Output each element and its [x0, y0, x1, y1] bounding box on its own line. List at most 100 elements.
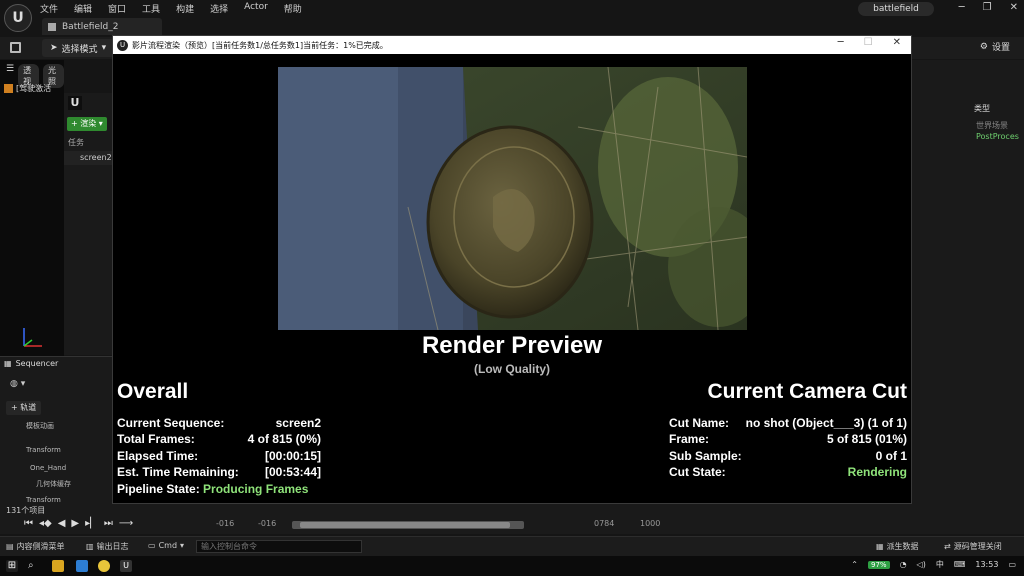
sequencer-panel: ▦ Sequencer ◍ ▾ + 轨道 模板动画 Transform One_…	[0, 356, 112, 504]
stat-key: Est. Time Remaining:	[117, 465, 239, 479]
cmd-dropdown[interactable]: ▭ Cmd ▾	[148, 541, 184, 550]
seq-row-template[interactable]: 模板动画	[0, 419, 112, 433]
derived-data-button[interactable]: ▦ 派生数据	[876, 541, 919, 552]
stat-key: Sub Sample:	[669, 449, 742, 463]
start-frame-field[interactable]: -016	[216, 519, 234, 528]
console-input[interactable]: 输入控制台命令	[196, 540, 362, 553]
notifications-icon[interactable]: ▭	[1008, 560, 1016, 569]
tray-chevron-icon[interactable]: ⌃	[851, 560, 858, 569]
source-control-button[interactable]: ⇄ 源码管理关闭	[944, 541, 1002, 552]
content-drawer-button[interactable]: ▤ 内容侧滑菜单	[6, 541, 65, 552]
source-control-label: 源码管理关闭	[953, 542, 1002, 551]
file-explorer-icon[interactable]	[52, 560, 64, 572]
status-bar: ▤ 内容侧滑菜单 ▥ 输出日志 ▭ Cmd ▾ 输入控制台命令 ▦ 派生数据 ⇄…	[0, 536, 1024, 556]
items-count: 131个项目	[6, 506, 46, 515]
pilot-badge-icon	[4, 84, 13, 93]
keyboard-icon[interactable]: ⌨	[954, 560, 966, 569]
seq-row-geometry-cache[interactable]: 几何体缓存	[0, 477, 112, 491]
stat-key: Cut Name:	[669, 416, 730, 430]
level-viewport[interactable]: ☰ 透视 光照 [驾驶激活	[0, 60, 64, 356]
battery-indicator[interactable]: 97%	[868, 560, 890, 569]
chevron-down-icon: ▾	[180, 541, 185, 550]
prev-key-icon[interactable]: ◂◆	[39, 518, 52, 529]
overall-stats: Current Sequence: screen2 Total Frames: …	[117, 416, 321, 500]
minimize-icon[interactable]: ─	[959, 2, 965, 13]
playback-end-field[interactable]: 0784	[594, 519, 614, 528]
dialog-titlebar: U 影片流程渲染（预览）[当前任务数1/总任务数1]当前任务：1%已完成。 ─ …	[113, 36, 911, 54]
clock[interactable]: 13:53	[975, 560, 998, 569]
step-back-icon[interactable]: ◀	[58, 518, 66, 529]
search-icon[interactable]: ⌕	[28, 560, 40, 572]
app-icon[interactable]	[76, 560, 88, 572]
save-icon[interactable]	[10, 42, 21, 53]
level-tab[interactable]: Battlefield_2	[42, 18, 162, 35]
axis-gizmo-icon	[23, 328, 42, 347]
pipeline-state-value: Producing Frames	[203, 482, 309, 496]
select-mode-button[interactable]: ➤ 选择模式 ▾	[42, 39, 115, 57]
cut-state-value: Rendering	[847, 465, 907, 479]
menu-actor[interactable]: Actor	[244, 2, 268, 15]
stat-value: [00:00:15]	[264, 449, 321, 463]
dialog-minimize-icon[interactable]: ─	[838, 37, 844, 48]
outliner-row-world[interactable]: 世界场景	[976, 120, 1008, 131]
sequencer-tab[interactable]: ▦ Sequencer	[4, 359, 58, 368]
stat-sub-sample: Sub Sample: 0 of 1	[669, 449, 907, 465]
jump-start-icon[interactable]: ⏮	[24, 518, 33, 529]
log-icon: ▥	[86, 542, 94, 551]
seq-row-one-hand[interactable]: One_Hand	[0, 461, 112, 475]
volume-icon[interactable]: ◁)	[917, 560, 926, 569]
add-render-label: 渲染	[80, 119, 97, 128]
sequencer-tab-label: Sequencer	[15, 359, 59, 368]
stat-pipeline-state: Pipeline State: Producing Frames	[117, 482, 321, 498]
seq-row-transform[interactable]: Transform	[0, 443, 112, 457]
output-log-button[interactable]: ▥ 输出日志	[86, 541, 129, 552]
unreal-mini-logo-icon: U	[68, 96, 82, 110]
loop-icon[interactable]: ⟶	[119, 518, 133, 529]
menu-edit[interactable]: 编辑	[74, 2, 92, 15]
network-icon[interactable]: ◔	[900, 560, 907, 569]
windows-start-icon[interactable]: ⊞	[6, 560, 18, 572]
jump-end-icon[interactable]: ⏭	[104, 518, 113, 529]
menu-help[interactable]: 帮助	[284, 2, 302, 15]
maximize-icon[interactable]: ❐	[983, 2, 992, 13]
sequencer-timeline: 131个项目 ⏮ ◂◆ ◀ ▶ ▸▏ ⏭ ⟶ -016 -016 0784 10…	[0, 504, 1024, 534]
task-row[interactable]: screen2	[64, 151, 112, 165]
project-name: battlefield	[858, 2, 934, 16]
sequencer-toolbar: ◍ ▾	[10, 379, 25, 389]
stat-total-frames: Total Frames: 4 of 815 (0%)	[117, 432, 321, 448]
outliner-row-postprocess[interactable]: PostProces	[976, 132, 1019, 141]
menu-tools[interactable]: 工具	[142, 2, 160, 15]
play-icon[interactable]: ▶	[71, 518, 79, 529]
unreal-logo-icon[interactable]: U	[4, 4, 32, 32]
ime-indicator[interactable]: 中	[936, 559, 944, 570]
window-controls: ─ ❐ ✕	[959, 2, 1018, 13]
render-queue-panel: U + 渲染 ▾ 任务 screen2	[64, 93, 112, 355]
tasks-header: 任务	[68, 138, 84, 147]
end-frame-field[interactable]: 1000	[640, 519, 660, 528]
render-preview-dialog: U 影片流程渲染（预览）[当前任务数1/总任务数1]当前任务：1%已完成。 ─ …	[112, 35, 912, 504]
timeline-scrubber[interactable]	[292, 521, 524, 529]
ue-titlebar: U 文件 编辑 窗口 工具 构建 选择 Actor 帮助 Battlefield…	[0, 0, 1024, 36]
output-log-label: 输出日志	[96, 542, 129, 551]
step-forward-icon[interactable]: ▸▏	[85, 518, 98, 529]
chrome-icon[interactable]	[98, 560, 110, 572]
menu-build[interactable]: 构建	[176, 2, 194, 15]
add-track-button[interactable]: + 轨道	[6, 401, 42, 415]
source-control-icon: ⇄	[944, 542, 951, 551]
dialog-close-icon[interactable]: ✕	[893, 37, 901, 48]
dialog-maximize-icon[interactable]: ☐	[864, 37, 873, 48]
add-render-button[interactable]: + 渲染 ▾	[67, 117, 107, 131]
playback-start-field[interactable]: -016	[258, 519, 276, 528]
menu-file[interactable]: 文件	[40, 2, 58, 15]
menu-window[interactable]: 窗口	[108, 2, 126, 15]
terminal-icon: ▭	[148, 541, 156, 550]
level-tab-label: Battlefield_2	[62, 21, 119, 32]
unreal-taskbar-icon[interactable]: U	[120, 560, 132, 572]
stat-elapsed-time: Elapsed Time: [00:00:15]	[117, 449, 321, 465]
transport-controls: ⏮ ◂◆ ◀ ▶ ▸▏ ⏭ ⟶	[24, 518, 133, 529]
settings-button[interactable]: ⚙ 设置	[980, 40, 1010, 54]
world-icon[interactable]: ◍ ▾	[10, 379, 25, 389]
menu-select[interactable]: 选择	[210, 2, 228, 15]
close-icon[interactable]: ✕	[1010, 2, 1018, 13]
dialog-controls: ─ ☐ ✕	[838, 37, 901, 48]
